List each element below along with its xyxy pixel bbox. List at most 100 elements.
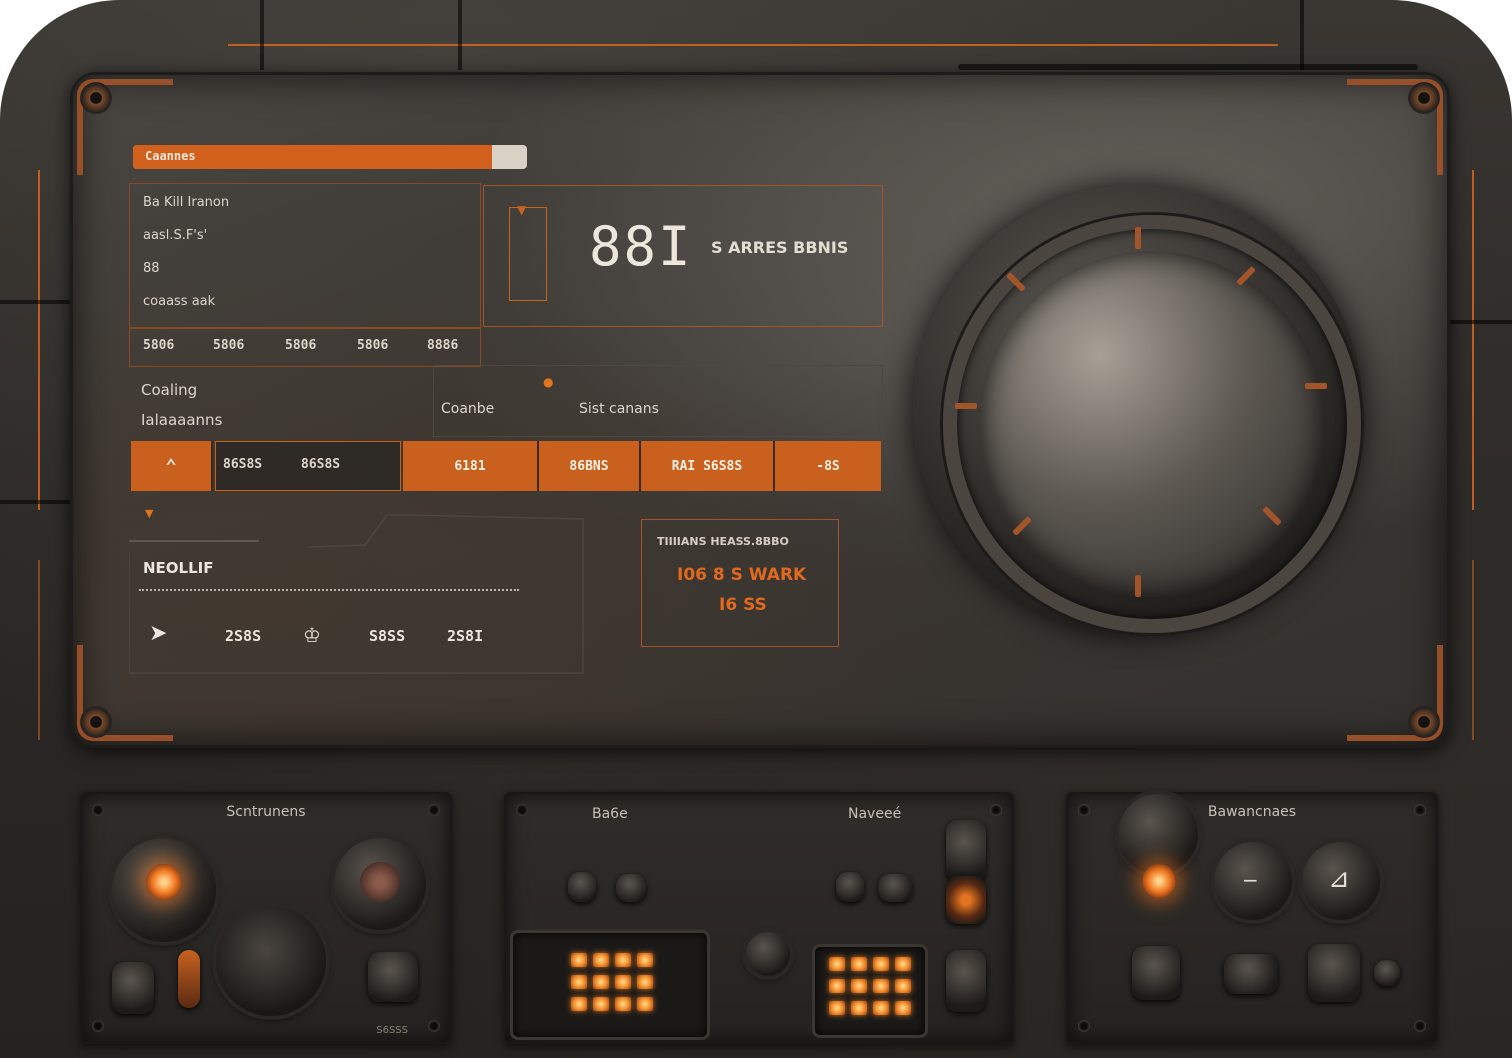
toggle-switch[interactable]	[1308, 944, 1360, 1002]
plate-seam	[260, 0, 264, 70]
plate-seam	[0, 300, 70, 304]
strip-button-1[interactable]: 6181	[403, 441, 539, 491]
info-footer-divider	[129, 327, 481, 329]
plate-seam	[0, 500, 70, 504]
chassis-accent-left-low	[38, 560, 40, 740]
info-line-1: Ba Kill Iranon	[143, 195, 230, 210]
arrow-icon[interactable]: ➤	[149, 621, 167, 646]
info-footer-cell[interactable]: 5806	[213, 338, 244, 353]
keypad-key[interactable]	[593, 997, 609, 1011]
keypad-key[interactable]	[593, 975, 609, 989]
chassis-accent-left	[38, 170, 40, 510]
center-label-frame	[433, 365, 883, 437]
plate-seam	[1300, 0, 1304, 70]
keypad-key[interactable]	[571, 975, 587, 989]
minus-icon: −	[1242, 868, 1259, 892]
corner-bolt	[1411, 85, 1437, 111]
keypad-key[interactable]	[873, 957, 889, 971]
strip-button-2[interactable]: 86BNS	[539, 441, 641, 491]
strip-field-b[interactable]: 86S8S	[301, 457, 340, 472]
gauge-marker-icon: ▼	[517, 203, 527, 217]
keypad-key[interactable]	[851, 1001, 867, 1015]
screw	[428, 804, 440, 816]
keypad-key[interactable]	[829, 1001, 845, 1015]
lower-item-1[interactable]: 2S8S	[225, 627, 261, 645]
chassis-accent-top	[228, 44, 1278, 46]
strip-button-4[interactable]: -8S	[775, 441, 881, 491]
keypad-left[interactable]	[510, 930, 710, 1040]
keypad-key[interactable]	[895, 979, 911, 993]
keypad-key[interactable]	[851, 957, 867, 971]
screw	[92, 804, 104, 816]
main-screen: Caannes Ba Kill Iranon aasl.S.F's' 88 co…	[70, 72, 1450, 748]
lower-item-4[interactable]: 2S8I	[447, 627, 483, 645]
info-footer-cell[interactable]: 5806	[357, 338, 388, 353]
toggle-switch[interactable]	[112, 962, 154, 1014]
toggle-switch[interactable]	[1224, 954, 1278, 994]
orange-indicator-lamp	[146, 864, 182, 900]
keypad-key[interactable]	[873, 1001, 889, 1015]
strip-button-3[interactable]: RAI S6S8S	[641, 441, 775, 491]
info-line-3: 88	[143, 261, 160, 276]
keypad-key[interactable]	[829, 957, 845, 971]
dim-indicator-lamp	[360, 862, 400, 902]
toggle-switch[interactable]	[1374, 960, 1400, 986]
lower-item-3[interactable]: S8SS	[369, 627, 405, 645]
pointer-dial-knob[interactable]: ⊿	[1302, 842, 1380, 920]
control-panel-left: Scntrunens S6SSS	[80, 792, 452, 1044]
info-line-4: coaass aak	[143, 294, 216, 309]
info-footer-cell[interactable]: 5806	[143, 338, 174, 353]
porthole-dial-face[interactable]	[979, 251, 1325, 597]
alert-header: TIIIIANS HEASS.8BBO	[657, 535, 789, 548]
control-panel-right: Bawancnaes − ⊿	[1066, 792, 1438, 1044]
strip-field-a[interactable]: 86S8S	[223, 457, 262, 472]
toggle-switch[interactable]	[178, 950, 200, 1008]
screw	[1078, 1020, 1090, 1032]
keypad-key[interactable]	[637, 953, 653, 967]
center-rotary-knob[interactable]	[216, 906, 326, 1016]
vertical-switch[interactable]	[946, 950, 986, 1012]
info-line-2: aasl.S.F's'	[143, 228, 208, 243]
toggle-switch[interactable]	[836, 872, 864, 902]
crown-icon[interactable]: ♔	[303, 623, 321, 647]
keypad-key[interactable]	[873, 979, 889, 993]
section-label-list: Ialaaaanns	[141, 411, 223, 429]
keypad-key[interactable]	[895, 1001, 911, 1015]
keypad-key[interactable]	[615, 997, 631, 1011]
keypad-key[interactable]	[895, 957, 911, 971]
plate-seam	[1444, 320, 1512, 324]
control-panel-center-title-right: Naveeé	[848, 806, 902, 822]
readout-gauge	[509, 207, 547, 301]
control-panel-center: Ba6e Naveeé	[504, 792, 1014, 1044]
toggle-switch[interactable]	[878, 874, 912, 902]
keypad-right[interactable]	[812, 944, 928, 1038]
info-footer-cell[interactable]: 5806	[285, 338, 316, 353]
toggle-switch[interactable]	[616, 874, 646, 902]
keypad-key[interactable]	[851, 979, 867, 993]
keypad-key[interactable]	[829, 979, 845, 993]
center-small-knob[interactable]	[746, 932, 790, 976]
keypad-key[interactable]	[571, 953, 587, 967]
keypad-key[interactable]	[615, 953, 631, 967]
vertical-switch-lit[interactable]	[946, 876, 986, 924]
minus-dial-knob[interactable]: −	[1214, 842, 1292, 920]
toggle-switch[interactable]	[568, 872, 596, 902]
vertical-switch[interactable]	[946, 820, 986, 882]
keypad-key[interactable]	[593, 953, 609, 967]
corner-bolt	[1411, 709, 1437, 735]
dial-tick	[1305, 383, 1327, 389]
screw	[516, 804, 528, 816]
toggle-switch[interactable]	[368, 952, 418, 1002]
indicator-housing	[1118, 794, 1198, 874]
lower-panel-title: NEOLLIF	[143, 559, 214, 577]
keypad-key[interactable]	[615, 975, 631, 989]
strip-up-button[interactable]: ⌃	[131, 441, 213, 491]
keypad-key[interactable]	[637, 997, 653, 1011]
keypad-key[interactable]	[637, 975, 653, 989]
toggle-switch[interactable]	[1132, 946, 1180, 1000]
keypad-key[interactable]	[571, 997, 587, 1011]
dial-tick	[1135, 227, 1141, 249]
info-footer-cell[interactable]: 8886	[427, 338, 458, 353]
pointer-icon: ⊿	[1328, 864, 1350, 894]
progress-label: Caannes	[145, 149, 196, 163]
